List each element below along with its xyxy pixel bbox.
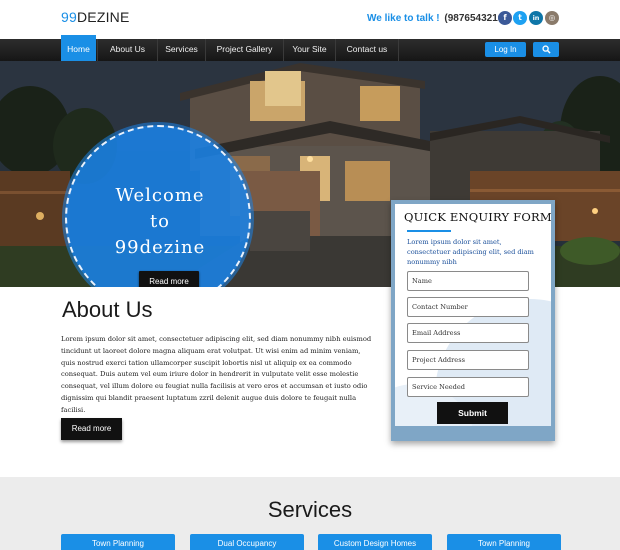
search-button[interactable] xyxy=(533,42,559,57)
service-tab-custom-design-homes[interactable]: Custom Design Homes xyxy=(318,534,432,550)
facebook-icon[interactable]: f xyxy=(498,11,512,25)
welcome-line: Welcome xyxy=(115,185,205,206)
logo-text: DEZINE xyxy=(76,9,130,25)
welcome-heading: Welcome to 99dezine xyxy=(67,183,253,261)
form-title: QUICK ENQUIRY FORM xyxy=(404,210,551,224)
about-read-more-button[interactable]: Read more xyxy=(61,418,122,440)
services-section: Services Town Planning Dual Occupancy Cu… xyxy=(0,477,620,550)
site-logo[interactable]: 99DEZINE xyxy=(61,9,130,25)
service-tab-town-planning[interactable]: Town Planning xyxy=(61,534,175,550)
page: 99DEZINE We like to talk ! (9876543210) … xyxy=(0,0,620,550)
welcome-line: 99dezine xyxy=(114,237,206,258)
contact-line: We like to talk ! (9876543210) xyxy=(367,13,507,24)
welcome-line: to xyxy=(149,211,171,232)
nav-your-site[interactable]: Your Site xyxy=(283,39,335,61)
nav-project-gallery[interactable]: Project Gallery xyxy=(205,39,283,61)
logo-number: 99 xyxy=(61,9,77,25)
instagram-icon[interactable]: ◎ xyxy=(545,11,559,25)
project-address-field[interactable]: Project Address xyxy=(407,350,529,370)
hero-read-more-button[interactable]: Read more xyxy=(139,271,199,287)
about-text: Lorem ipsum dolor sit amet, consectetuer… xyxy=(61,335,372,414)
linkedin-icon[interactable]: in xyxy=(529,11,543,25)
contact-number-field[interactable]: Contact Number xyxy=(407,297,529,317)
twitter-icon[interactable]: t xyxy=(513,11,527,25)
about-title: About Us xyxy=(62,297,153,322)
login-button[interactable]: Log In xyxy=(485,42,526,57)
main-nav: Home About Us Services Project Gallery Y… xyxy=(0,35,620,61)
top-header: 99DEZINE We like to talk ! (9876543210) … xyxy=(0,0,620,39)
name-field[interactable]: Name xyxy=(407,271,529,291)
quick-enquiry-form: QUICK ENQUIRY FORM Lorem ipsum dolor sit… xyxy=(391,200,555,441)
nav-home[interactable]: Home xyxy=(61,35,96,61)
submit-button[interactable]: Submit xyxy=(437,402,508,424)
form-panel: QUICK ENQUIRY FORM Lorem ipsum dolor sit… xyxy=(395,204,551,437)
email-address-field[interactable]: Email Address xyxy=(407,323,529,343)
form-title-underline xyxy=(407,230,451,232)
talk-label: We like to talk ! xyxy=(367,13,440,24)
service-tab-town-planning-2[interactable]: Town Planning xyxy=(447,534,561,550)
service-needed-field[interactable]: Service Needed xyxy=(407,377,529,397)
nav-about-us[interactable]: About Us xyxy=(97,39,157,61)
service-tab-dual-occupancy[interactable]: Dual Occupancy xyxy=(190,534,304,550)
nav-services[interactable]: Services xyxy=(157,39,205,61)
services-title: Services xyxy=(267,497,353,522)
search-icon xyxy=(542,45,551,54)
nav-contact-us[interactable]: Contact us xyxy=(335,39,399,61)
form-subtitle: Lorem ipsum dolor sit amet, consectetuer… xyxy=(407,238,534,266)
